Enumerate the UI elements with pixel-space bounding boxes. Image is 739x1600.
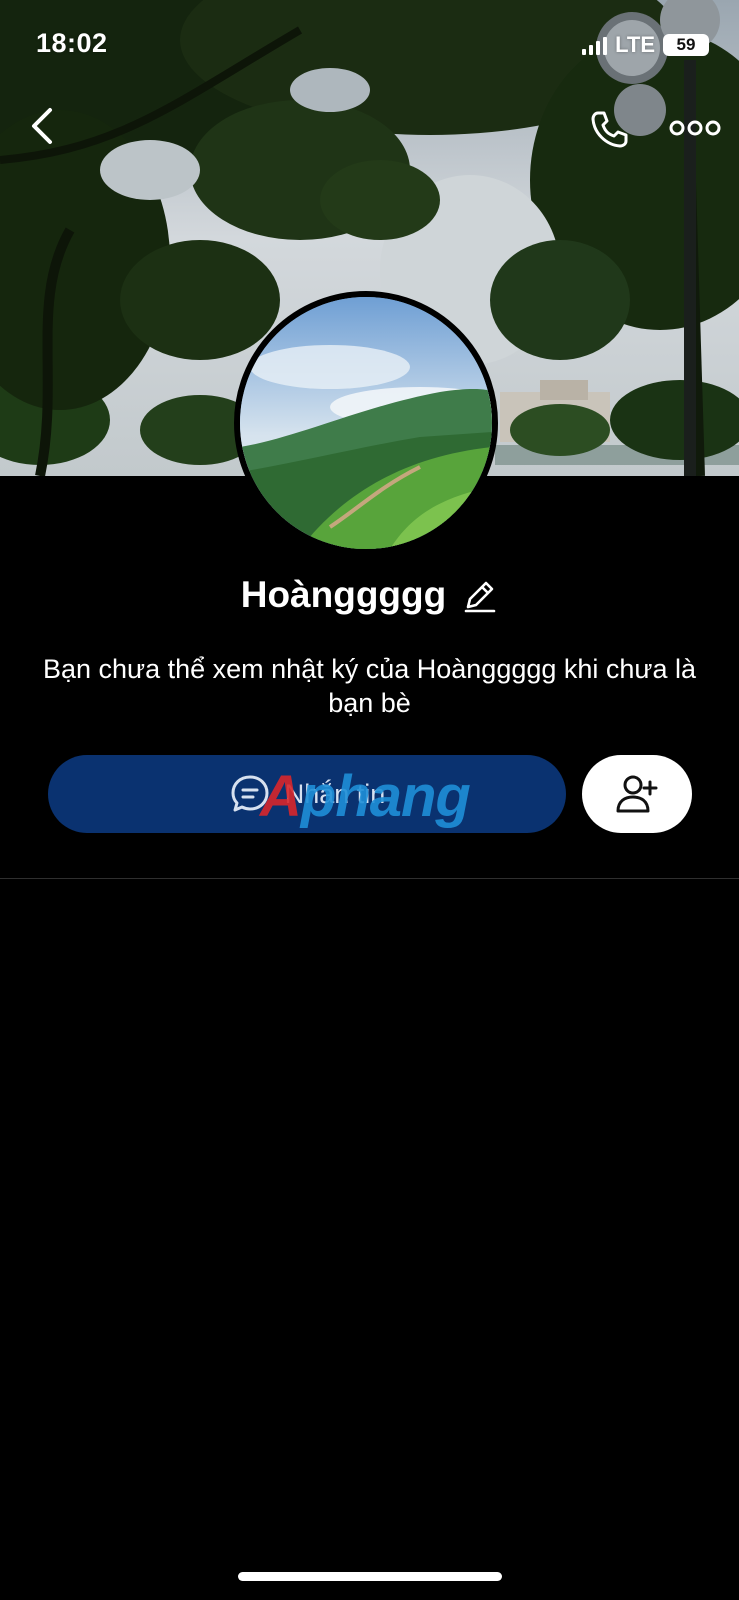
profile-name: Hoànggggg [240,574,447,615]
status-indicators: LTE 59 [582,32,709,58]
more-horizontal-icon [669,120,721,136]
message-button-label: Nhắn tin [284,778,386,809]
home-indicator[interactable] [238,1572,502,1581]
battery-icon: 59 [663,34,709,56]
avatar-image [240,297,492,549]
network-type: LTE [615,32,655,57]
status-time: 18:02 [36,28,108,58]
message-button[interactable]: Nhắn tin [48,755,566,833]
add-user-icon [616,775,658,813]
chat-bubble-icon [231,775,269,812]
chevron-left-icon [32,108,52,144]
more-options-button[interactable] [668,110,722,146]
add-friend-button[interactable] [582,755,692,833]
back-button[interactable] [24,104,64,148]
privacy-notice: Bạn chưa thể xem nhật ký của Hoànggggg k… [42,654,697,718]
avatar[interactable] [234,291,498,555]
phone-icon [591,111,628,148]
pencil-icon[interactable] [462,577,498,613]
call-button[interactable] [588,108,630,150]
profile-name-row: Hoànggggg [0,574,739,616]
signal-icon [582,35,608,55]
section-divider [0,878,739,879]
